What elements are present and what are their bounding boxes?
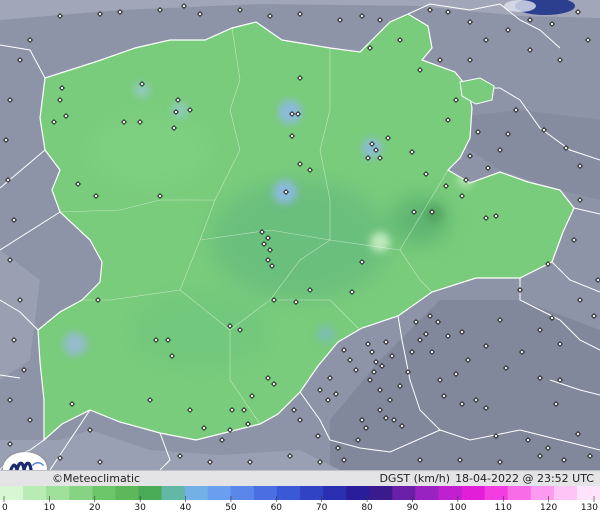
map-timestamp: 18-04-2022 @ 23:52 UTC [455,472,594,485]
wind-gust-map [0,0,600,470]
scale-color-segment [230,486,255,500]
scale-color-segment [300,486,324,500]
wind-scale-color-bar [0,486,600,502]
scale-tick-label: 110 [494,503,512,513]
scale-color-segment [115,486,139,500]
scale-color-segment [369,486,393,500]
scale-color-segment [507,486,532,500]
scale-color-segment [92,486,116,500]
scale-tick-label: 20 [89,503,101,513]
brand-name[interactable]: ©Meteoclimatic [52,471,140,486]
scale-color-segment [46,486,70,500]
scale-color-segment [276,486,301,500]
scale-color-segment [161,486,186,500]
scale-color-segment [438,486,463,500]
scale-tick-label: 100 [449,503,467,513]
scale-tick-label: 90 [406,503,419,513]
scale-color-segment [69,486,93,500]
scale-color-segment [484,486,509,500]
scale-color-segment [138,486,163,500]
scale-tick-label: 130 [580,503,598,513]
scale-tick-label: 80 [361,503,373,513]
scale-tick-label: 0 [2,503,8,513]
scale-color-segment [0,486,24,500]
scale-color-segment [184,486,209,500]
scale-tick-label: 50 [225,503,237,513]
scale-color-segment [461,486,486,500]
scale-color-segment [530,486,555,500]
scale-tick-label: 70 [315,503,328,513]
scale-tick-label: 10 [43,503,56,513]
scale-color-segment [415,486,439,500]
scale-color-segment [253,486,278,500]
scale-color-segment [346,486,370,500]
scale-color-segment [576,486,600,500]
scale-color-segment [553,486,578,500]
wind-scale-legend: 0 10 20 30 40 50 60 70 80 90 100 110 120 130 [0,486,600,521]
scale-tick-label: 60 [270,503,283,513]
map-footer: ©Meteoclimatic DGST (km/h) 18-04-2022 @ … [0,470,600,486]
scale-tick-label: 40 [179,503,192,513]
scale-color-segment [207,486,232,500]
scale-tick-label: 120 [540,503,558,513]
product-label: DGST (km/h) [379,472,450,485]
scale-tick-label: 30 [134,503,146,513]
scale-color-segment [323,486,347,500]
scale-color-segment [23,486,47,500]
